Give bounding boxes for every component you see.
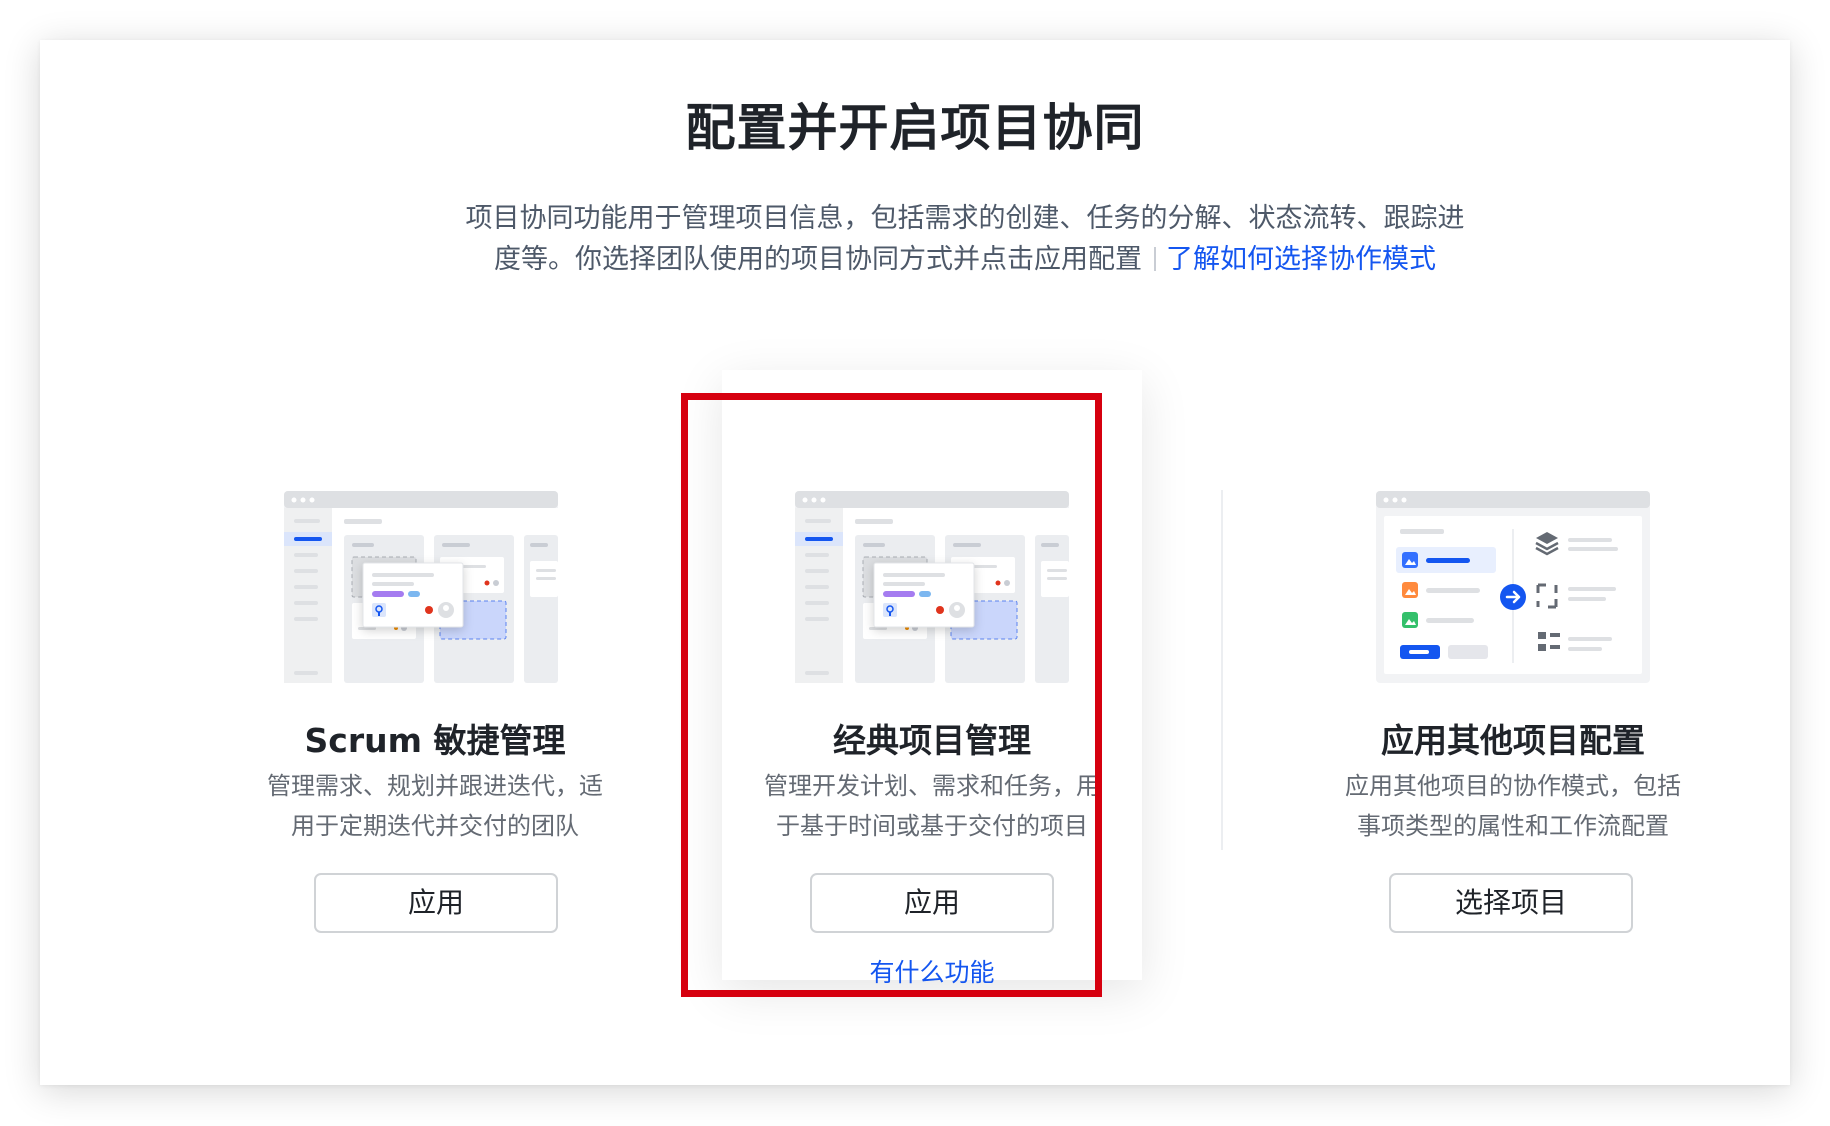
- page-title: 配置并开启项目协同: [685, 99, 1145, 157]
- other-config-card-description-line-1: 应用其他项目的协作模式，包括: [1345, 772, 1681, 800]
- other-config-card-title: 应用其他项目配置: [1381, 721, 1645, 760]
- classic-card-description-line-1: 管理开发计划、需求和任务，用: [764, 772, 1100, 800]
- what-features-link[interactable]: 有什么功能: [722, 953, 1142, 989]
- select-project-button[interactable]: 选择项目: [1389, 873, 1633, 933]
- kanban-board-illustration: [284, 491, 558, 683]
- description-line-2: 度等。你选择团队使用的项目协同方式并点击应用配置 了解如何选择协作模式: [410, 239, 1520, 280]
- scrum-apply-button[interactable]: 应用: [314, 873, 558, 933]
- card-divider: [1221, 490, 1223, 850]
- other-config-card-description-line-2: 事项类型的属性和工作流配置: [1357, 812, 1669, 840]
- other-config-card-description: 应用其他项目的协作模式，包括 事项类型的属性和工作流配置: [1323, 766, 1703, 846]
- other-config-card: 应用其他项目配置 应用其他项目的协作模式，包括 事项类型的属性和工作流配置 选择…: [1303, 370, 1723, 980]
- learn-collaboration-mode-link[interactable]: 了解如何选择协作模式: [1166, 244, 1436, 275]
- kanban-board-illustration: [795, 491, 1069, 683]
- classic-apply-button[interactable]: 应用: [810, 873, 1054, 933]
- scrum-card-description: 管理需求、规划并跟进迭代，适 用于定期迭代并交付的团队: [245, 766, 625, 846]
- setup-panel: 配置并开启项目协同 项目协同功能用于管理项目信息，包括需求的创建、任务的分解、状…: [40, 40, 1790, 1085]
- classic-card-title: 经典项目管理: [833, 721, 1031, 760]
- classic-card-description-line-2: 于基于时间或基于交付的项目: [776, 812, 1088, 840]
- description-separator: [1154, 247, 1156, 271]
- page-description: 项目协同功能用于管理项目信息，包括需求的创建、任务的分解、状态流转、跟踪进 度等…: [410, 198, 1520, 280]
- description-line-1: 项目协同功能用于管理项目信息，包括需求的创建、任务的分解、状态流转、跟踪进: [465, 203, 1465, 234]
- scrum-card: Scrum 敏捷管理 管理需求、规划并跟进迭代，适 用于定期迭代并交付的团队 应…: [225, 370, 645, 980]
- scrum-card-title: Scrum 敏捷管理: [304, 721, 566, 760]
- classic-card-description: 管理开发计划、需求和任务，用 于基于时间或基于交付的项目: [742, 766, 1122, 846]
- description-line-2-text: 度等。你选择团队使用的项目协同方式并点击应用配置: [494, 244, 1142, 275]
- scrum-card-description-line-1: 管理需求、规划并跟进迭代，适: [267, 772, 603, 800]
- classic-project-card: 经典项目管理 管理开发计划、需求和任务，用 于基于时间或基于交付的项目 应用 有…: [722, 370, 1142, 987]
- config-transfer-illustration: [1376, 491, 1650, 683]
- scrum-card-description-line-2: 用于定期迭代并交付的团队: [291, 812, 579, 840]
